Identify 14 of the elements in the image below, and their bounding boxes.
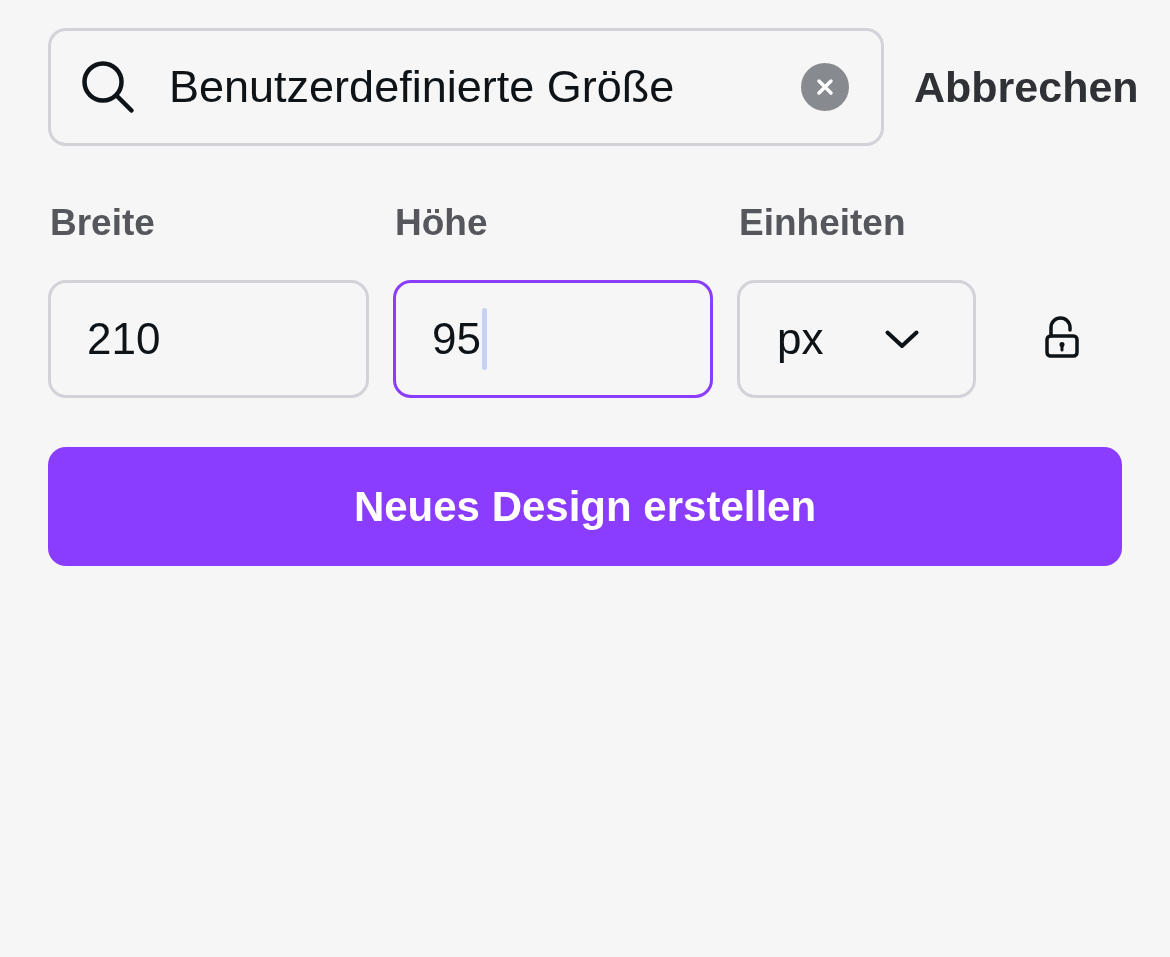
unlocked-icon[interactable] — [1045, 316, 1079, 358]
chevron-down-icon — [885, 329, 920, 349]
text-cursor — [481, 308, 487, 370]
clear-search-icon[interactable] — [801, 63, 849, 111]
search-icon — [81, 60, 135, 114]
field-label: Höhe — [394, 203, 488, 243]
units-dropdown[interactable]: px — [737, 280, 976, 398]
cancel-button[interactable]: Abbrechen — [914, 54, 1139, 120]
search-field[interactable]: Benutzerdefinierte Größe — [48, 28, 884, 146]
height-field[interactable]: 95 — [393, 280, 713, 398]
width-field[interactable]: 210 — [48, 280, 369, 398]
create-design-button[interactable]: Neues Design erstellen — [48, 447, 1122, 566]
field-label: Breite — [49, 203, 155, 243]
field-label: Einheiten — [738, 203, 906, 243]
